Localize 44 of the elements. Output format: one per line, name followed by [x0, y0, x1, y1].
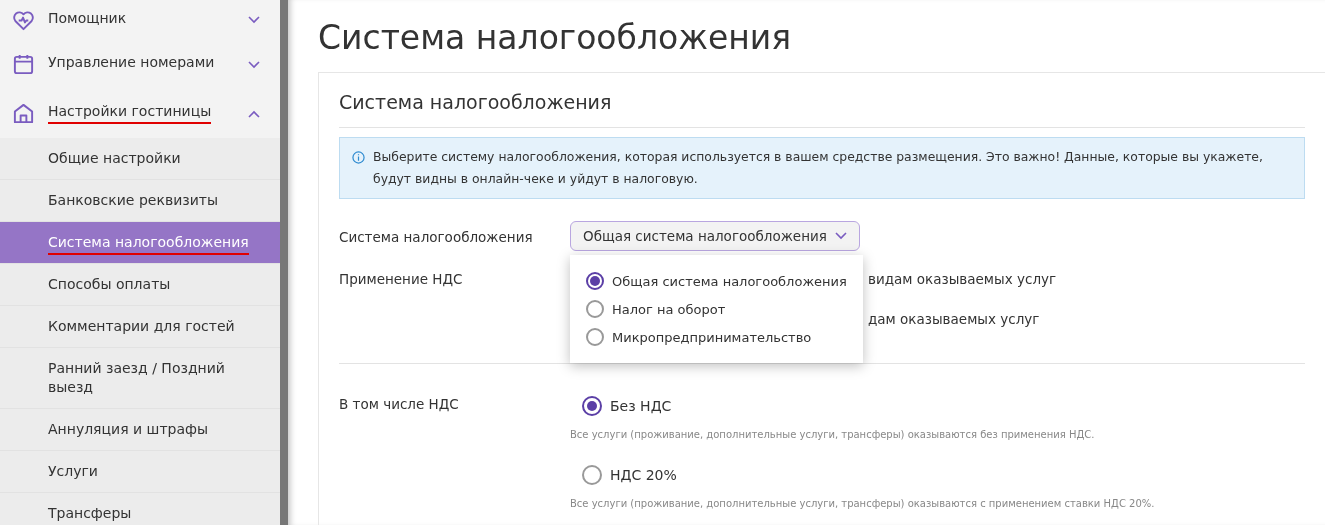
sidebar-item[interactable]: Управление номерами	[0, 40, 280, 89]
option-hint: Все услуги (проживание, дополнительные услуги, трансферы) оказываются без применения НДС.	[570, 429, 1096, 442]
sidebar-subitem[interactable]: Трансферы	[0, 493, 280, 525]
info-icon	[352, 151, 365, 164]
radio-button[interactable]	[582, 396, 602, 416]
radio-button[interactable]	[586, 272, 604, 290]
radio-button[interactable]	[582, 465, 602, 485]
sidebar-item[interactable]: Помощник	[0, 0, 280, 40]
chevron-icon	[834, 232, 847, 240]
card-title: Система налогообложения	[339, 87, 1305, 128]
sidebar-item-label: Настройки гостиницы	[48, 103, 212, 124]
page-title: Система налогообложения	[318, 17, 793, 59]
option-hint: Все услуги (проживание, дополнительные услуги, трансферы) оказываются с применением ставки НДС 20%.	[570, 498, 1155, 511]
house-icon	[12, 102, 35, 125]
sidebar-item-label: Управление номерами	[48, 54, 215, 72]
sidebar-subitem[interactable]: Общие настройки	[0, 138, 280, 180]
sidebar-subitem[interactable]: Ранний заезд / Поздний выезд	[0, 348, 280, 409]
radio-option[interactable]: НДС 20%	[582, 465, 1155, 485]
dropdown-option[interactable]: Микропредпринимательство	[586, 323, 847, 351]
chevron-icon	[248, 109, 260, 118]
sidebar-subitem[interactable]: Аннуляция и штрафы	[0, 409, 280, 451]
chevron-icon	[248, 60, 260, 69]
radio-label: видам оказываемых услуг	[868, 270, 1057, 289]
field-label: В том числе НДС	[339, 396, 460, 414]
radio-button[interactable]	[586, 328, 604, 346]
field-label: Система налогообложения	[339, 229, 534, 247]
sidebar-subitem[interactable]: Способы оплаты	[0, 264, 280, 306]
radio-label: дам оказываемых услуг	[868, 310, 1041, 329]
field-label: Применение НДС	[339, 271, 464, 289]
sidebar-item[interactable]: Настройки гостиницы	[0, 89, 280, 138]
dropdown-option[interactable]: Налог на оборот	[586, 295, 847, 323]
dropdown-option[interactable]: Общая система налогообложения	[586, 267, 847, 295]
tax-system-select[interactable]: Общая система налогообложения	[570, 221, 860, 251]
sidebar-subitem[interactable]: Услуги	[0, 451, 280, 493]
sidebar-subitem[interactable]: Комментарии для гостей	[0, 306, 280, 348]
calendar-icon	[12, 53, 35, 76]
chevron-icon	[248, 16, 260, 24]
sidebar-subitem[interactable]: Система налогообложения	[0, 222, 280, 264]
sidebar-item-label: Помощник	[48, 9, 127, 28]
info-text: Выберите систему налогообложения, которая используется в вашем средстве размещения. Это важно! Данные, которые вы укажете, будут видны в онлайн-чеке и уйдут в налоговую.	[373, 148, 1264, 188]
heart-pulse-icon	[12, 8, 35, 32]
radio-option[interactable]: Без НДС	[582, 396, 1155, 416]
radio-button[interactable]	[586, 300, 604, 318]
sidebar-subitem[interactable]: Банковские реквизиты	[0, 180, 280, 222]
